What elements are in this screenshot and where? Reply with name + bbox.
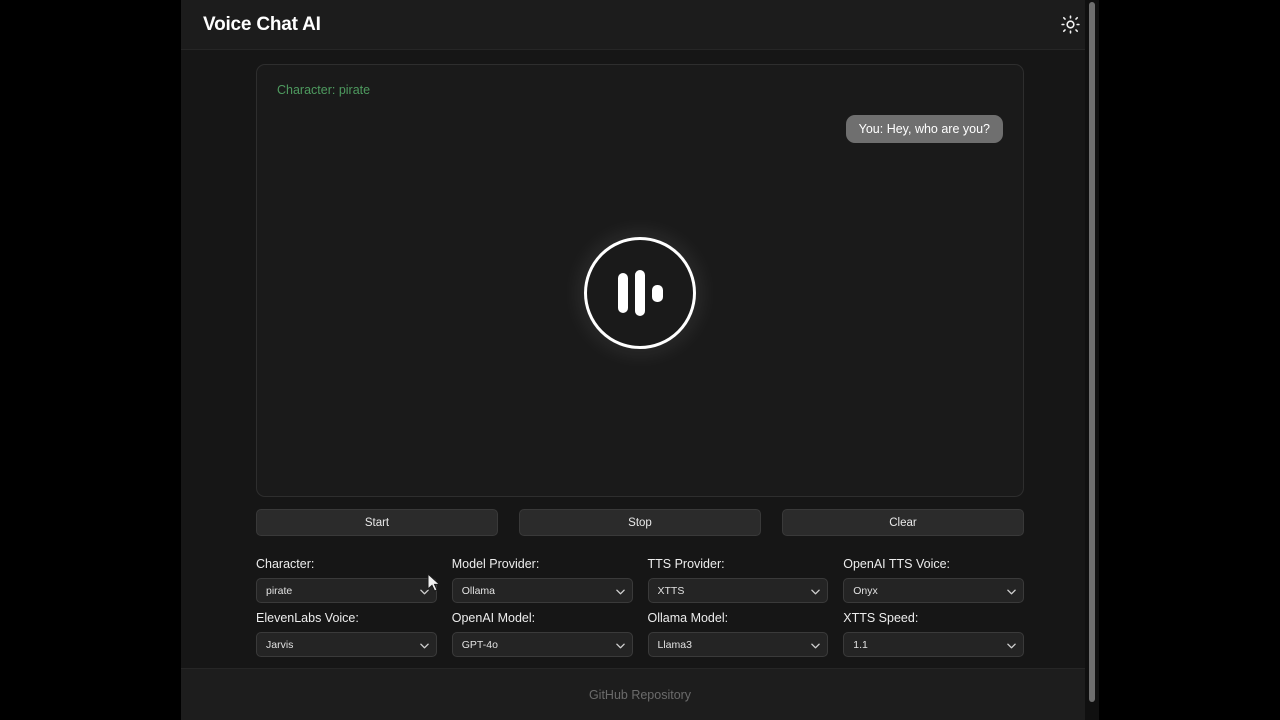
xtts-speed-select[interactable]: 1.1 bbox=[843, 632, 1024, 657]
ollama-model-select-value: Llama3 bbox=[657, 638, 692, 651]
model-provider-label: Model Provider: bbox=[451, 557, 540, 571]
model-provider-select[interactable]: Ollama bbox=[451, 578, 633, 603]
field-model-provider: Model Provider: Ollama bbox=[451, 557, 633, 603]
field-openai-model: OpenAI Model: GPT-4o bbox=[451, 611, 633, 657]
model-provider-select-value: Ollama bbox=[461, 584, 496, 597]
tts-provider-select[interactable]: XTTS bbox=[647, 578, 829, 603]
chat-message-row: You: Hey, who are you? bbox=[277, 115, 1003, 143]
control-button-row: Start Stop Clear bbox=[256, 509, 1024, 536]
app-footer: GitHub Repository bbox=[181, 668, 1099, 720]
chevron-down-icon bbox=[615, 582, 625, 600]
elevenlabs-voice-select[interactable]: Jarvis bbox=[256, 632, 437, 657]
waveform-bar bbox=[617, 273, 628, 313]
openai-tts-voice-select-value: Onyx bbox=[853, 584, 878, 597]
waveform-bar bbox=[634, 270, 645, 316]
chevron-down-icon bbox=[811, 582, 821, 600]
chevron-down-icon bbox=[1007, 636, 1016, 654]
character-label: Character: bbox=[256, 557, 315, 571]
openai-model-select-value: GPT-4o bbox=[461, 638, 498, 651]
waveform-bar bbox=[651, 284, 663, 302]
field-tts-provider: TTS Provider: XTTS bbox=[647, 557, 829, 603]
field-character: Character: pirate bbox=[256, 557, 437, 603]
openai-model-label: OpenAI Model: bbox=[451, 611, 536, 625]
app-window: Voice Chat AI Character: pirate You: Hey… bbox=[181, 0, 1099, 720]
openai-tts-voice-select[interactable]: Onyx bbox=[843, 578, 1024, 603]
settings-grid: Character: pirate Model Provider: Ollama bbox=[256, 557, 1024, 657]
scrollbar-thumb[interactable] bbox=[1089, 2, 1095, 702]
chevron-down-icon bbox=[419, 636, 429, 654]
xtts-speed-label: XTTS Speed: bbox=[843, 611, 919, 625]
character-select[interactable]: pirate bbox=[256, 578, 437, 603]
vertical-scrollbar[interactable] bbox=[1085, 0, 1099, 720]
chat-panel: Character: pirate You: Hey, who are you? bbox=[256, 64, 1024, 497]
audio-waveform-icon[interactable] bbox=[584, 237, 696, 349]
character-select-value: pirate bbox=[266, 584, 293, 597]
field-elevenlabs-voice: ElevenLabs Voice: Jarvis bbox=[256, 611, 437, 657]
character-banner: Character: pirate bbox=[277, 83, 371, 97]
chevron-down-icon bbox=[419, 582, 429, 600]
field-openai-tts-voice: OpenAI TTS Voice: Onyx bbox=[843, 557, 1024, 603]
ollama-model-label: Ollama Model: bbox=[647, 611, 729, 625]
xtts-speed-select-value: 1.1 bbox=[853, 638, 868, 651]
stop-button[interactable]: Stop bbox=[519, 509, 761, 536]
elevenlabs-voice-select-value: Jarvis bbox=[266, 638, 294, 651]
screenshot-root: Voice Chat AI Character: pirate You: Hey… bbox=[0, 0, 1280, 720]
page-title: Voice Chat AI bbox=[203, 13, 321, 35]
ollama-model-select[interactable]: Llama3 bbox=[647, 632, 829, 657]
field-ollama-model: Ollama Model: Llama3 bbox=[647, 611, 829, 657]
chat-bubble-user: You: Hey, who are you? bbox=[845, 115, 1003, 143]
sun-icon[interactable] bbox=[1055, 10, 1085, 40]
chevron-down-icon bbox=[811, 636, 821, 654]
start-button[interactable]: Start bbox=[256, 509, 498, 536]
elevenlabs-voice-label: ElevenLabs Voice: bbox=[256, 611, 359, 625]
field-xtts-speed: XTTS Speed: 1.1 bbox=[843, 611, 1024, 657]
github-repository-link[interactable]: GitHub Repository bbox=[589, 688, 691, 702]
chevron-down-icon bbox=[615, 636, 625, 654]
app-header: Voice Chat AI bbox=[181, 0, 1099, 50]
openai-model-select[interactable]: GPT-4o bbox=[451, 632, 633, 657]
main-content: Character: pirate You: Hey, who are you?… bbox=[181, 50, 1099, 657]
tts-provider-label: TTS Provider: bbox=[647, 557, 725, 571]
tts-provider-select-value: XTTS bbox=[657, 584, 685, 597]
chevron-down-icon bbox=[1007, 582, 1016, 600]
clear-button[interactable]: Clear bbox=[782, 509, 1024, 536]
openai-tts-voice-label: OpenAI TTS Voice: bbox=[843, 557, 951, 571]
